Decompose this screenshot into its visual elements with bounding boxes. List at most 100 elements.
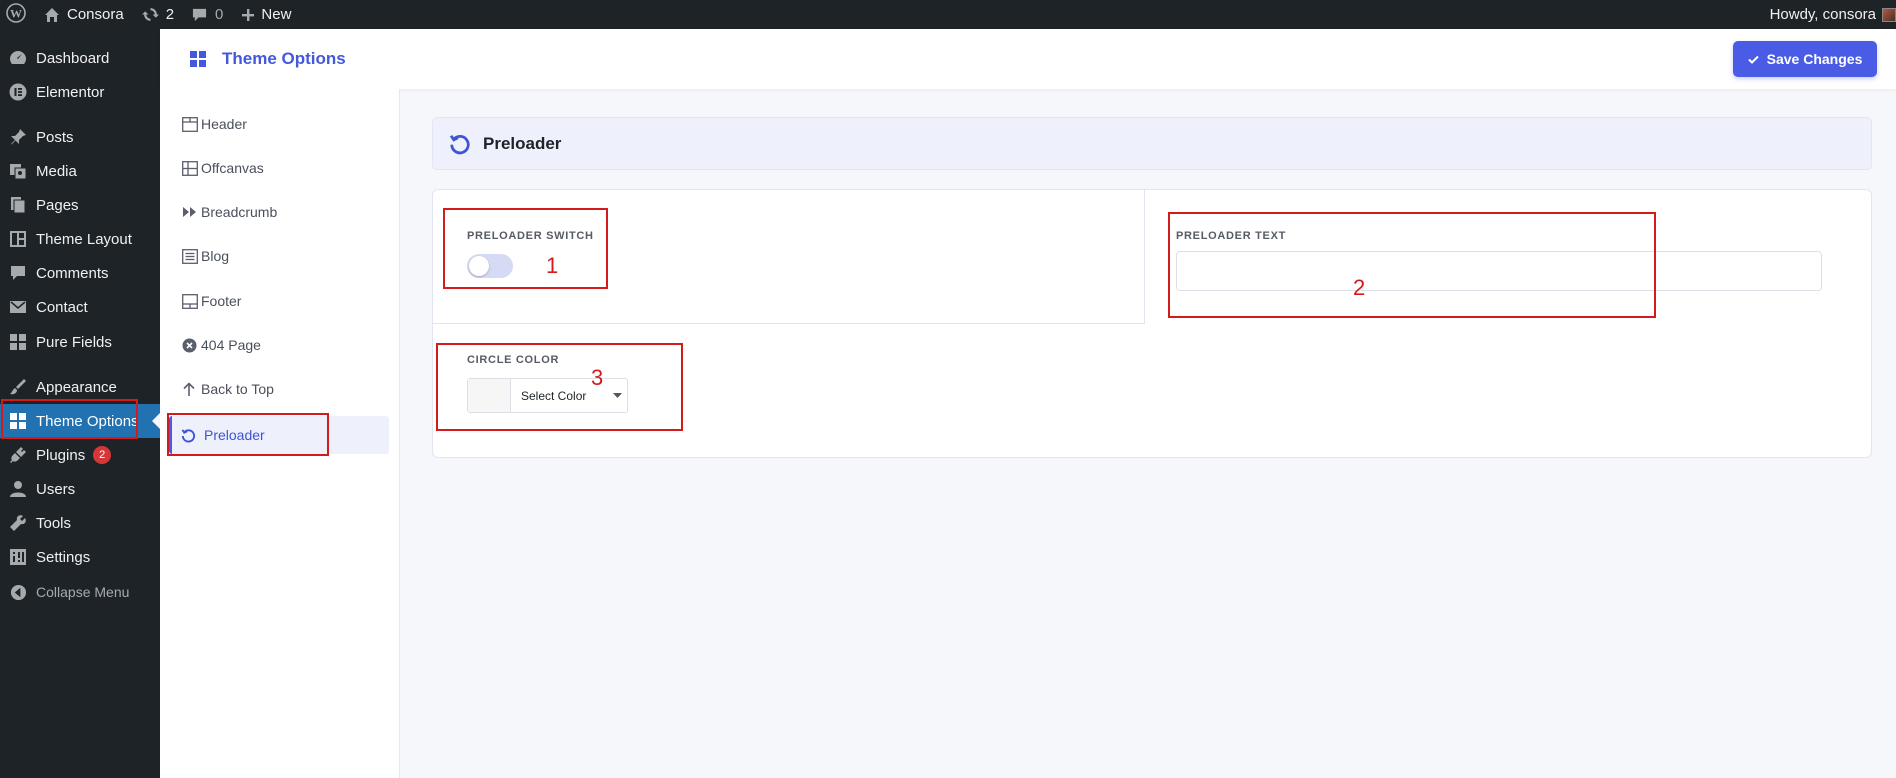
annotation-number-3: 3 [591,365,604,390]
admin-bar: W Consora 2 0 New Howdy, consora [0,0,1896,29]
options-nav-label: Back to Top [201,381,274,397]
preloader-reload-icon [449,133,471,155]
error-circle-icon [169,338,201,353]
menu-label: Users [36,480,76,498]
site-name: Consora [67,6,124,23]
menu-item-tools[interactable]: Tools [0,506,160,540]
options-nav-label: Header [201,116,247,132]
comment-icon [192,7,207,22]
wordpress-logo-button[interactable]: W [0,0,35,29]
refresh-icon [141,6,159,23]
header-icon [169,116,201,132]
grid-icon [0,334,36,350]
annotation-box-preloader-nav [167,413,329,456]
menu-label: Pure Fields [36,333,112,351]
footer-icon [169,293,201,309]
menu-item-dashboard[interactable]: Dashboard [0,41,160,75]
account-menu[interactable]: Howdy, consora [1761,0,1896,29]
annotation-number-1: 1 [546,253,559,278]
annotation-box-3 [436,343,683,431]
plugins-update-badge: 2 [93,446,112,464]
site-name-link[interactable]: Consora [35,0,133,29]
menu-label: Collapse Menu [36,584,130,600]
menu-label: Media [36,162,77,180]
pages-icon [0,196,36,214]
menu-label: Appearance [36,378,117,396]
menu-label: Posts [36,128,74,146]
page-title: Theme Options [222,49,346,68]
menu-item-pure-fields[interactable]: Pure Fields [0,325,160,359]
menu-label: Elementor [36,83,105,101]
avatar [1882,7,1896,22]
updates-count: 2 [165,6,175,23]
plugins-icon [0,446,36,464]
save-changes-button[interactable]: Save Changes [1733,41,1877,77]
updates-link[interactable]: 2 [133,0,183,29]
menu-label: Contact [36,298,88,316]
menu-item-pages[interactable]: Pages [0,188,160,222]
options-nav-label: Offcanvas [201,160,264,176]
options-nav-label: Footer [201,293,242,309]
offcanvas-icon [169,160,201,176]
pin-icon [0,128,36,146]
annotation-box-theme-options [1,399,138,439]
theme-options-grid-icon [190,51,206,67]
save-changes-label: Save Changes [1766,51,1863,67]
options-nav-label: Breadcrumb [201,204,278,220]
options-nav-footer[interactable]: Footer [169,282,389,320]
options-nav-breadcrumb[interactable]: Breadcrumb [169,193,389,231]
blog-icon [169,248,201,264]
options-header: Theme Options Save Changes [160,29,1896,89]
menu-item-users[interactable]: Users [0,472,160,506]
menu-label: Settings [36,548,91,566]
menu-label: Tools [36,514,72,532]
options-nav-label: 404 Page [201,337,261,353]
options-nav-blog[interactable]: Blog [169,237,389,275]
menu-item-posts[interactable]: Posts [0,120,160,154]
annotation-number-2: 2 [1353,275,1366,300]
menu-item-comments[interactable]: Comments [0,256,160,290]
breadcrumb-icon [169,205,201,219]
menu-item-elementor[interactable]: Elementor [0,75,160,109]
menu-item-theme-layout[interactable]: Theme Layout [0,222,160,256]
menu-label: Pages [36,196,79,214]
layout-icon [0,230,36,248]
menu-item-plugins[interactable]: Plugins 2 [0,438,160,472]
options-nav-label: Blog [201,248,230,264]
greeting: Howdy, consora [1769,6,1876,23]
menu-label: Dashboard [36,49,110,67]
menu-label: Theme Layout [36,230,132,248]
dashboard-icon [0,49,36,67]
menu-item-settings[interactable]: Settings [0,540,160,574]
annotation-box-2 [1168,212,1656,318]
new-label: New [261,6,292,23]
comments-count: 0 [215,6,224,23]
mail-icon [0,298,36,316]
arrow-up-icon [169,381,201,397]
svg-text:W: W [10,6,22,20]
options-nav-offcanvas[interactable]: Offcanvas [169,149,389,187]
brush-icon [0,378,36,396]
collapse-icon [0,584,36,601]
wrench-icon [0,514,36,532]
users-icon [0,480,36,498]
section-header: Preloader [432,117,1872,170]
options-nav-header[interactable]: Header [169,105,389,143]
comments-link[interactable]: 0 [183,0,232,29]
annotation-box-1 [443,208,608,289]
menu-label: Comments [36,264,109,282]
home-icon [44,7,60,23]
media-icon [0,162,36,180]
options-nav-404-page[interactable]: 404 Page [169,326,389,364]
new-content-link[interactable]: New [232,0,300,29]
wordpress-icon: W [6,2,26,27]
menu-label: Plugins [36,446,86,464]
comments-icon [0,264,36,282]
menu-item-media[interactable]: Media [0,154,160,188]
plus-icon [241,8,255,22]
menu-item-contact[interactable]: Contact [0,290,160,324]
options-nav-back-to-top[interactable]: Back to Top [169,370,389,408]
settings-icon [0,548,36,566]
check-icon [1747,55,1759,64]
collapse-menu-button[interactable]: Collapse Menu [0,575,160,609]
